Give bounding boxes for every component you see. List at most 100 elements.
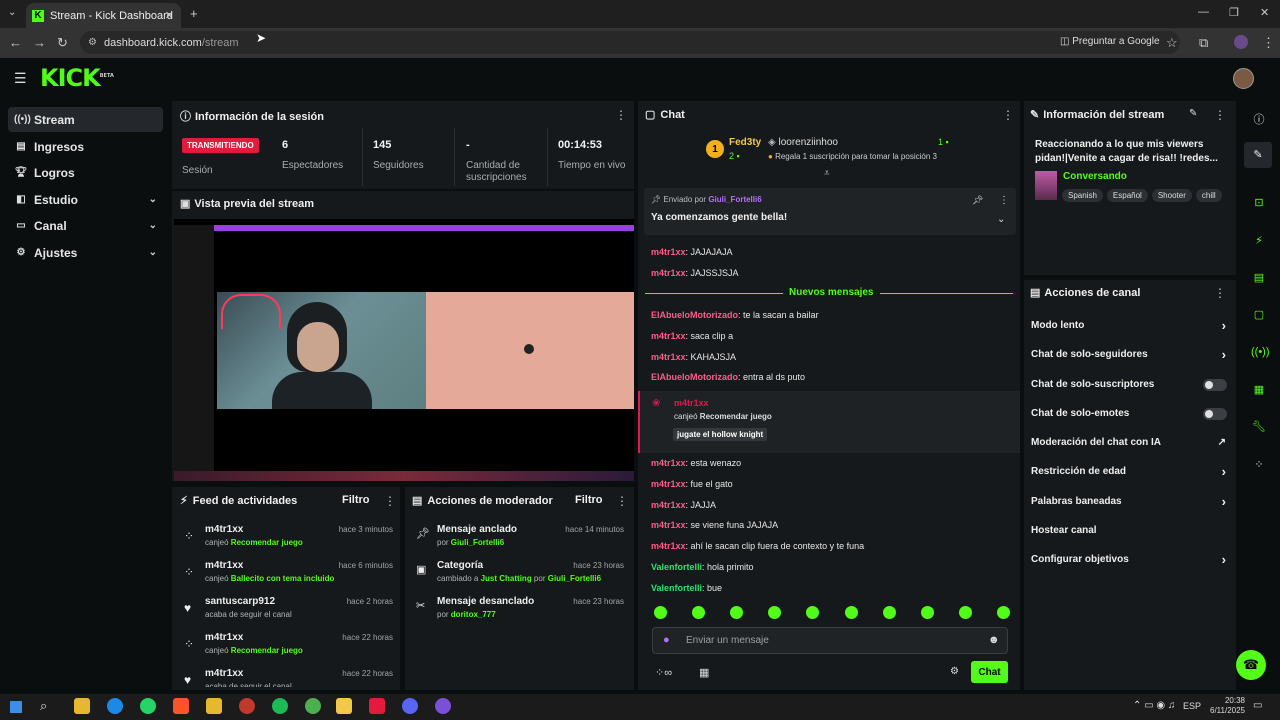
more-icon[interactable]: ⁘ (1251, 458, 1267, 474)
browser-menu-icon[interactable]: ⋮ (1262, 35, 1275, 51)
new-tab-icon[interactable]: + (190, 6, 198, 21)
channel-action-item[interactable]: Chat de solo-seguidores › (1031, 342, 1230, 371)
user-avatar[interactable] (1233, 68, 1254, 89)
kick-app-icon[interactable] (336, 698, 352, 714)
chat-username[interactable]: Valenfortelli (651, 583, 702, 593)
close-tab-icon[interactable]: ✕ (165, 9, 174, 22)
channel-action-item[interactable]: Hostear canal (1031, 518, 1230, 547)
activity-user[interactable]: santuscarp912 (205, 596, 275, 607)
notifications-icon[interactable]: ▭ (1253, 700, 1262, 711)
session-menu-icon[interactable]: ⋮ (615, 108, 627, 122)
activity-user[interactable]: m4tr1xx (205, 632, 243, 643)
mod-action-item[interactable]: ▣ Categoría hace 23 horas cambiado a Just C… (412, 559, 628, 595)
profile-avatar[interactable] (1234, 35, 1248, 49)
obs-icon[interactable] (435, 698, 451, 714)
back-icon[interactable]: ← (9, 35, 22, 50)
edge-icon[interactable] (107, 698, 123, 714)
chat-username[interactable]: m4tr1xx (651, 352, 686, 362)
stream-tag[interactable]: Shooter (1151, 189, 1192, 202)
edit-icon[interactable]: ✎ (1189, 108, 1197, 119)
chat-username[interactable]: ElAbueloMotorizado (651, 310, 738, 320)
stream-tag[interactable]: Español (1106, 189, 1148, 202)
bolt-icon[interactable]: ⚡︎ (1251, 234, 1267, 250)
sidebar-item-logros[interactable]: 🏆︎ Logros (8, 160, 163, 185)
stream-info-menu-icon[interactable]: ⋮ (1214, 108, 1226, 122)
emote-icon[interactable] (882, 606, 896, 619)
activity-item[interactable]: ♥ m4tr1xx hace 22 horas acaba de seguir el … (180, 667, 395, 687)
extensions-icon[interactable]: ⧉ (1199, 35, 1208, 51)
mod-user[interactable]: Giuli_Fortelli6 (451, 538, 504, 547)
emote-icon[interactable] (692, 606, 706, 619)
clipboard-icon[interactable]: ▤ (1251, 271, 1267, 287)
ask-google-button[interactable]: ◫ Preguntar a Google (1060, 36, 1160, 47)
pdf-icon[interactable] (369, 698, 385, 714)
activity-item[interactable]: ⁘ m4tr1xx hace 6 minutos canjeó Ballecito c… (180, 559, 395, 595)
leader-name[interactable]: Fed3ty (729, 137, 761, 148)
chat-input[interactable]: ● Enviar un mensaje ☻ (652, 627, 1008, 654)
sidebar-item-stream[interactable]: ((•)) Stream (8, 107, 163, 132)
chat-username[interactable]: m4tr1xx (651, 247, 686, 257)
expand-leaderboard-icon[interactable]: ⩡ (824, 168, 830, 179)
wrench-icon[interactable]: 🔧︎ (1251, 420, 1267, 436)
emote-icon[interactable] (806, 606, 820, 619)
chat-message[interactable]: ElAbueloMotorizado: entra al ds puto (651, 370, 1011, 391)
mod-filter-button[interactable]: Filtro (575, 494, 603, 506)
chat-message[interactable]: ElAbueloMotorizado: te la sacan a bailar (651, 308, 1011, 329)
tab-search-icon[interactable]: ⌄ (8, 7, 16, 18)
layout-icon[interactable]: ▦ (1251, 383, 1267, 399)
emote-icon[interactable] (844, 606, 858, 619)
mod-menu-icon[interactable]: ⋮ (616, 494, 628, 508)
microphone-icon[interactable]: ● (663, 634, 670, 646)
discord-icon[interactable] (402, 698, 418, 714)
emote-icon[interactable] (958, 606, 972, 619)
kick-logo[interactable]: KICKBETA (40, 64, 114, 92)
chat-message[interactable]: m4tr1xx: KAHAJSJA (651, 350, 1011, 371)
channel-action-item[interactable]: Chat de solo-emotes (1031, 401, 1230, 430)
leader-2[interactable]: ◈ loorenziinhoo (768, 137, 838, 148)
minimize-icon[interactable]: — (1198, 6, 1209, 18)
browser-tab[interactable]: K Stream - Kick Dashboard ✕ (26, 3, 181, 28)
chat-message[interactable]: m4tr1xx: JAJSSJSJA (651, 266, 1011, 287)
channel-actions-menu-icon[interactable]: ⋮ (1214, 286, 1226, 300)
channel-action-item[interactable]: Moderación del chat con IA ↗ (1031, 430, 1230, 459)
unpin-icon[interactable]: 📌︎ (972, 195, 983, 206)
chat-message[interactable]: m4tr1xx: fue el gato (651, 477, 1011, 498)
info-icon[interactable]: ⓘ (1251, 111, 1267, 127)
emote-icon[interactable] (920, 606, 934, 619)
broadcast-icon[interactable]: ((•)) (1251, 346, 1270, 362)
channel-action-item[interactable]: Configurar objetivos › (1031, 547, 1230, 576)
start-icon[interactable] (10, 701, 22, 713)
chat-username[interactable]: ElAbueloMotorizado (651, 372, 738, 382)
chat-settings-icon[interactable]: ⚙ (950, 666, 959, 677)
chat-message[interactable]: Valenfortelli: hola primito (651, 560, 1011, 581)
chat-message[interactable]: m4tr1xx: esta wenazo (651, 456, 1011, 477)
sidebar-item-ingresos[interactable]: ▤ Ingresos (8, 134, 163, 159)
close-window-icon[interactable]: ✕ (1260, 6, 1269, 19)
chat-username[interactable]: Valenfortelli (651, 562, 702, 572)
clock[interactable]: 20:38 6/11/2025 (1205, 696, 1245, 716)
tray-icons[interactable]: ⌃ ▭ ◉ ♫ (1133, 700, 1175, 711)
chat-username[interactable]: m4tr1xx (651, 458, 686, 468)
opera-icon[interactable] (239, 698, 255, 714)
chat-message[interactable]: Valenfortelli: bue (651, 581, 1011, 602)
stream-video[interactable] (174, 219, 634, 481)
brave-icon[interactable] (173, 698, 189, 714)
channel-action-item[interactable]: Restricción de edad › (1031, 459, 1230, 488)
pen-icon[interactable]: ✎ (1244, 142, 1272, 168)
emote-icon[interactable] (654, 606, 667, 619)
pinned-user[interactable]: Giuli_Fortelli6 (708, 195, 761, 204)
chat-username[interactable]: m4tr1xx (651, 520, 686, 530)
emote-icon[interactable] (768, 606, 782, 619)
mod-action-item[interactable]: ✂ Mensaje desanclado hace 23 horas por dori… (412, 595, 628, 631)
chrome-icon[interactable] (305, 698, 321, 714)
channel-action-item[interactable]: Chat de solo-suscriptores (1031, 372, 1230, 401)
chat-username[interactable]: m4tr1xx (651, 479, 686, 489)
chat-icon[interactable]: ▢ (1251, 308, 1267, 324)
spotify-icon[interactable] (272, 698, 288, 714)
channel-action-item[interactable]: Modo lento › (1031, 313, 1230, 342)
address-bar[interactable]: ⚙ dashboard.kick.com/stream (80, 31, 1180, 54)
language-indicator[interactable]: ESP (1183, 701, 1201, 711)
whatsapp-icon[interactable] (140, 698, 156, 714)
points-icon[interactable]: ⁘∞ (655, 666, 672, 679)
chevron-down-icon[interactable]: ⌄ (997, 214, 1005, 225)
